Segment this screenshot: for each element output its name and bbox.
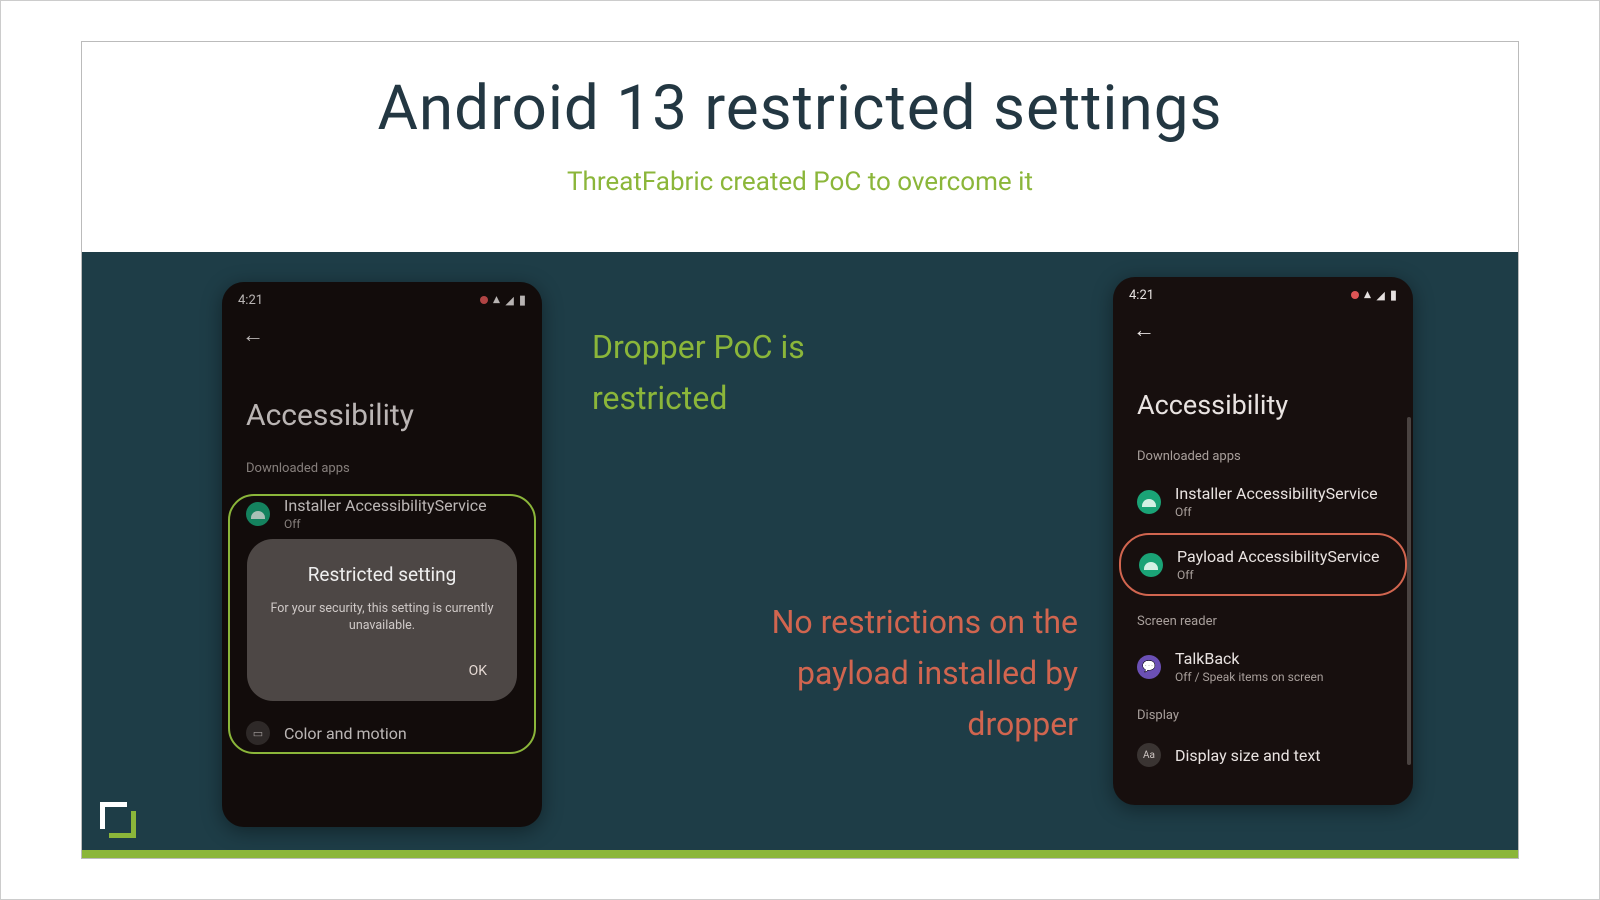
app-row-payload-highlighted[interactable]: Payload AccessibilityService Off (1119, 533, 1407, 596)
signal-icon (1376, 289, 1384, 302)
dialog-title: Restricted setting (267, 563, 497, 586)
app-row-text: TalkBack Off / Speak items on screen (1175, 649, 1323, 684)
threatfabric-logo (100, 802, 136, 838)
recording-indicator-icon (1351, 291, 1359, 299)
app-row-text: Installer AccessibilityService Off (1175, 484, 1378, 519)
app-row-installer[interactable]: Installer AccessibilityService Off (1113, 474, 1413, 529)
dialog-backdrop: Restricted setting For your security, th… (222, 282, 542, 827)
wifi-icon (1364, 287, 1371, 303)
app-subtitle: Off (1175, 505, 1378, 519)
phone-screenshot-right: 4:21 ← Accessibility Downloaded apps Ins… (1113, 277, 1413, 805)
restricted-dialog: Restricted setting For your security, th… (247, 539, 517, 701)
status-time: 4:21 (1129, 288, 1154, 303)
app-row-text: Payload AccessibilityService Off (1177, 547, 1379, 582)
row-display-size[interactable]: Display size and text (1113, 733, 1413, 777)
display-size-label: Display size and text (1175, 746, 1320, 765)
slide-canvas: Android 13 restricted settings ThreatFab… (0, 0, 1600, 900)
app-title: Installer AccessibilityService (1175, 484, 1378, 503)
status-right-icons (1351, 287, 1397, 303)
subheadline-text: ThreatFabric created PoC to overcome it (82, 167, 1518, 197)
footer-accent-bar (82, 850, 1518, 858)
section-label-screenreader: Screen reader (1113, 600, 1413, 639)
app-subtitle: Off (1177, 568, 1379, 582)
talkback-icon (1137, 655, 1161, 679)
status-bar: 4:21 (1113, 277, 1413, 309)
back-arrow-icon[interactable]: ← (1113, 309, 1413, 351)
slide-inner: Android 13 restricted settings ThreatFab… (81, 41, 1519, 859)
app-icon (1137, 490, 1161, 514)
app-icon (1139, 553, 1163, 577)
section-label-display: Display (1113, 694, 1413, 733)
content-area: 4:21 ← Accessibility Downloaded apps Ins… (82, 242, 1518, 858)
caption-red: No restrictions on the payload installed… (688, 597, 1078, 751)
talkback-title: TalkBack (1175, 649, 1323, 668)
dialog-actions: OK (267, 655, 497, 687)
caption-green: Dropper PoC is restricted (592, 322, 912, 424)
talkback-subtitle: Off / Speak items on screen (1175, 670, 1323, 684)
headline-text: Android 13 restricted settings (82, 72, 1518, 145)
app-title: Payload AccessibilityService (1177, 547, 1379, 566)
battery-icon (1390, 288, 1397, 303)
screen-title: Accessibility (1113, 351, 1413, 443)
display-size-icon (1137, 743, 1161, 767)
scrollbar-indicator (1407, 417, 1411, 765)
title-area: Android 13 restricted settings ThreatFab… (82, 42, 1518, 252)
phone-screenshot-left: 4:21 ← Accessibility Downloaded apps Ins… (222, 282, 542, 827)
dialog-body: For your security, this setting is curre… (267, 600, 497, 635)
dialog-ok-button[interactable]: OK (459, 655, 497, 687)
section-label-downloaded: Downloaded apps (1113, 443, 1413, 474)
row-talkback[interactable]: TalkBack Off / Speak items on screen (1113, 639, 1413, 694)
